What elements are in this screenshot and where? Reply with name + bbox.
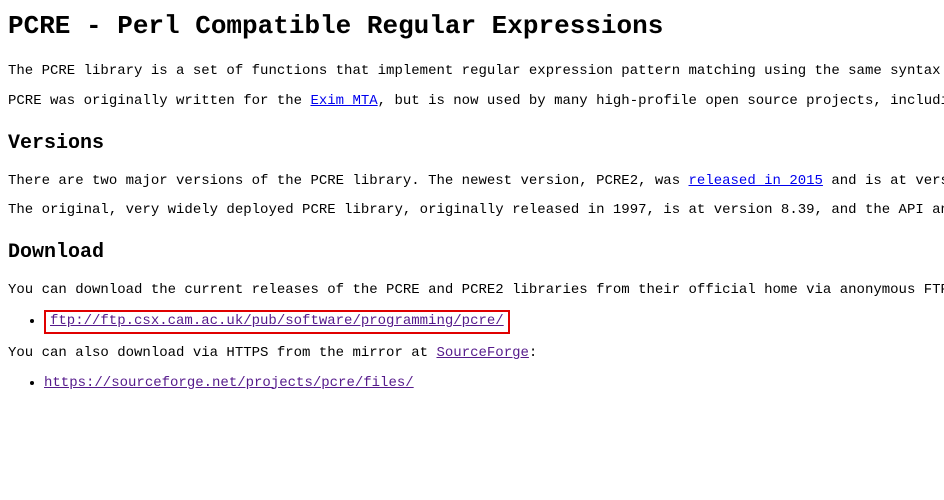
download-list-sf: https://sourceforge.net/projects/pcre/fi… <box>8 374 944 394</box>
versions-heading: Versions <box>8 130 944 158</box>
text: , but is now used by many high-profile o… <box>378 93 944 109</box>
versions-paragraph-1: There are two major versions of the PCRE… <box>8 172 944 192</box>
page-title: PCRE - Perl Compatible Regular Expressio… <box>8 8 944 44</box>
text: There are two major versions of the PCRE… <box>8 173 689 189</box>
text: You can also download via HTTPS from the… <box>8 345 436 361</box>
download-paragraph-2: You can also download via HTTPS from the… <box>8 344 944 364</box>
text: PCRE was originally written for the <box>8 93 310 109</box>
download-heading: Download <box>8 239 944 267</box>
exim-mta-link[interactable]: Exim MTA <box>310 93 377 109</box>
intro-paragraph-1: The PCRE library is a set of functions t… <box>8 62 944 82</box>
sourceforge-link[interactable]: SourceForge <box>436 345 528 361</box>
text: : <box>529 345 537 361</box>
download-list-ftp: ftp://ftp.csx.cam.ac.uk/pub/software/pro… <box>8 310 944 334</box>
versions-paragraph-2: The original, very widely deployed PCRE … <box>8 201 944 221</box>
text: and is at version 10.xx. <box>823 173 944 189</box>
list-item: https://sourceforge.net/projects/pcre/fi… <box>44 374 944 394</box>
highlight-box: ftp://ftp.csx.cam.ac.uk/pub/software/pro… <box>44 310 510 334</box>
ftp-link[interactable]: ftp://ftp.csx.cam.ac.uk/pub/software/pro… <box>50 313 504 329</box>
text: The original, very widely deployed PCRE … <box>8 202 944 218</box>
released-2015-link[interactable]: released in 2015 <box>689 173 823 189</box>
sourceforge-files-link[interactable]: https://sourceforge.net/projects/pcre/fi… <box>44 375 414 391</box>
intro-paragraph-2: PCRE was originally written for the Exim… <box>8 92 944 112</box>
download-paragraph-1: You can download the current releases of… <box>8 281 944 301</box>
list-item: ftp://ftp.csx.cam.ac.uk/pub/software/pro… <box>44 310 944 334</box>
